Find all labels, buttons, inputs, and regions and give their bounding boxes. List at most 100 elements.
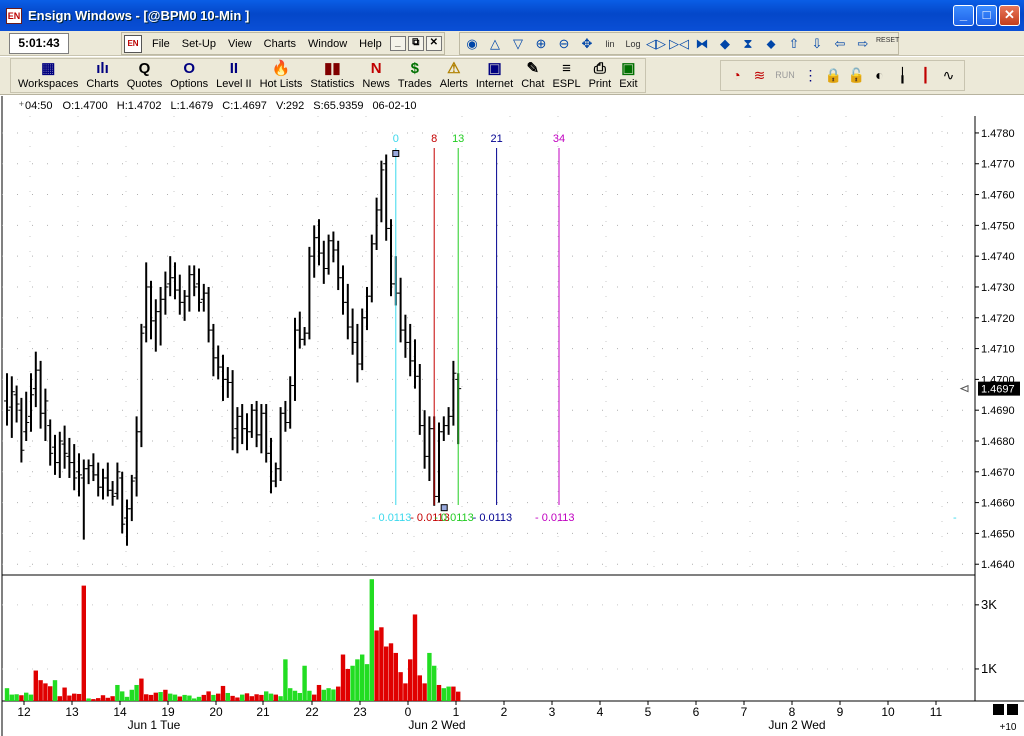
level-ii-button[interactable]: II Level II [212,59,255,92]
exit-button[interactable]: ▣ Exit [615,59,641,92]
volume-bar [187,695,192,701]
lock-globe-icon[interactable]: ◐ [870,66,889,85]
zoom-in-icon[interactable]: ⊕ [531,34,551,54]
statistics-button[interactable]: ▮▮ Statistics [306,59,358,92]
compress-bars-icon[interactable]: ▷◁ [669,34,689,54]
scroll-left-button[interactable] [993,704,1004,715]
news-button[interactable]: N News [358,59,394,92]
alerts-button[interactable]: ⚠ Alerts [436,59,472,92]
menu-window[interactable]: Window [302,38,353,50]
volume-bar [379,627,384,701]
quotes-button[interactable]: Q Quotes [123,59,166,92]
workspaces-button[interactable]: ▦ Workspaces [14,59,82,92]
internet-button[interactable]: ▣ Internet [472,59,517,92]
volume-tick-label: 3K [981,597,997,612]
menu-help[interactable]: Help [353,38,388,50]
arrow-down-icon[interactable]: ⇩ [807,34,827,54]
line-chart-icon[interactable]: ∿ [939,66,958,85]
volume-bar [177,696,182,701]
volume-bar [432,665,437,701]
menu-setup[interactable]: Set-Up [176,38,222,50]
volume-bar [292,690,298,701]
pan-icon[interactable]: ✥ [577,34,597,54]
zoom-out-icon[interactable]: ⊖ [554,34,574,54]
volume-bar [360,654,365,701]
ensign-app-icon[interactable]: EN [6,7,22,24]
clock-icon[interactable]: ◔ [727,66,746,85]
print-icon: ⎙ [593,60,606,77]
title-bar[interactable]: EN Ensign Windows - [@BPM0 10-Min ] _ □ … [0,0,1024,31]
info-close: C:1.4697 [222,100,267,112]
document-icon[interactable]: EN [124,34,142,53]
expand-bars-icon[interactable]: ◁▷ [646,34,666,54]
child-minimize-button[interactable]: _ [389,36,406,51]
bar-icon[interactable]: ╽ [893,66,912,85]
hot-lists-button[interactable]: 🔥 Hot Lists [256,59,307,92]
menu-charts[interactable]: Charts [258,38,302,50]
espl-button[interactable]: ≡ ESPL [548,59,584,92]
volume-bar [417,675,422,701]
waves-icon[interactable]: ≋ [750,66,769,85]
espl-icon: ≡ [562,60,571,77]
chart-area[interactable]: 1.4780 1.4770 1.4760 1.4750 1.4740 1.4730 1.47… [0,96,1024,736]
price-tick-label: 1.4750 [981,220,1015,232]
fib-anchor-high[interactable] [392,150,400,158]
charts-button[interactable]: ılı Charts [82,59,122,92]
run-label[interactable]: RUN [773,66,797,85]
price-tick-label: 1.4650 [981,528,1015,540]
chart-svg[interactable]: 1.4780 1.4770 1.4760 1.4750 1.4740 1.4730 1.47… [0,96,1024,736]
volume-bar [62,687,67,701]
volume-bar [124,696,130,701]
print-label: Print [588,78,612,90]
alerts-label: Alerts [439,78,468,90]
close-button[interactable]: ✕ [999,5,1020,26]
toolbar-chart-group: ◔ ≋ RUN ⋮ 🔒 🔓 ◐ ╽ ┃ ∿ [720,60,965,91]
alerts-icon: ⚠ [447,60,461,77]
linear-scale-icon[interactable]: lin [600,34,620,54]
chat-button[interactable]: ✎ Chat [517,59,548,92]
volume-bar [182,694,187,701]
hot-lists-label: Hot Lists [259,78,303,90]
candle-icon[interactable]: ┃ [916,66,935,85]
child-restore-button[interactable]: ⧉ [407,36,424,51]
volume-bar [48,686,53,701]
volume-bar [441,688,446,701]
arrow-left-icon[interactable]: ⇦ [830,34,850,54]
triangle-up-icon[interactable]: △ [485,34,505,54]
fib-value-label: - 0.0113 [473,512,513,524]
refresh-icon[interactable]: ◉ [462,34,482,54]
volume-bar [422,683,427,701]
diamond-icon[interactable]: ⬥ [761,34,781,54]
bowtie-left-icon[interactable]: ⧓ [692,34,712,54]
scanner-icon[interactable]: ⋮ [801,66,820,85]
options-button[interactable]: O Options [166,59,212,92]
child-close-button[interactable]: ✕ [425,36,442,51]
volume-bar [52,680,58,701]
lock-icon[interactable]: 🔒 [824,66,843,85]
log-scale-icon[interactable]: Log [623,34,643,54]
menu-view[interactable]: View [222,38,258,50]
time-tick-label: 4 [597,705,604,719]
minimize-button[interactable]: _ [953,5,974,26]
fib-count-label: 0 [393,133,399,145]
hourglass-icon[interactable]: ⧗ [738,34,758,54]
volume-bar [254,694,259,701]
maximize-button[interactable]: □ [976,5,997,26]
arrow-up-icon[interactable]: ⇧ [784,34,804,54]
menu-file[interactable]: File [146,38,176,50]
triangle-down-icon[interactable]: ▽ [508,34,528,54]
trades-button[interactable]: $ Trades [394,59,436,92]
print-button[interactable]: ⎙ Print [585,59,616,92]
arrow-right-icon[interactable]: ⇨ [853,34,873,54]
volume-bar [312,694,317,701]
expand-marker-icon[interactable]: + [0,100,24,114]
fib-anchor-low[interactable] [440,504,448,512]
options-icon: O [183,60,195,77]
reset-button[interactable]: RESET [876,34,899,54]
bowtie-right-icon[interactable]: ◆ [715,34,735,54]
lock-alt-icon[interactable]: 🔓 [847,66,866,85]
scroll-right-button[interactable] [1007,704,1018,715]
last-price-pointer [959,384,969,393]
volume-bar [446,686,451,701]
price-tick-label: 1.4740 [981,251,1015,263]
